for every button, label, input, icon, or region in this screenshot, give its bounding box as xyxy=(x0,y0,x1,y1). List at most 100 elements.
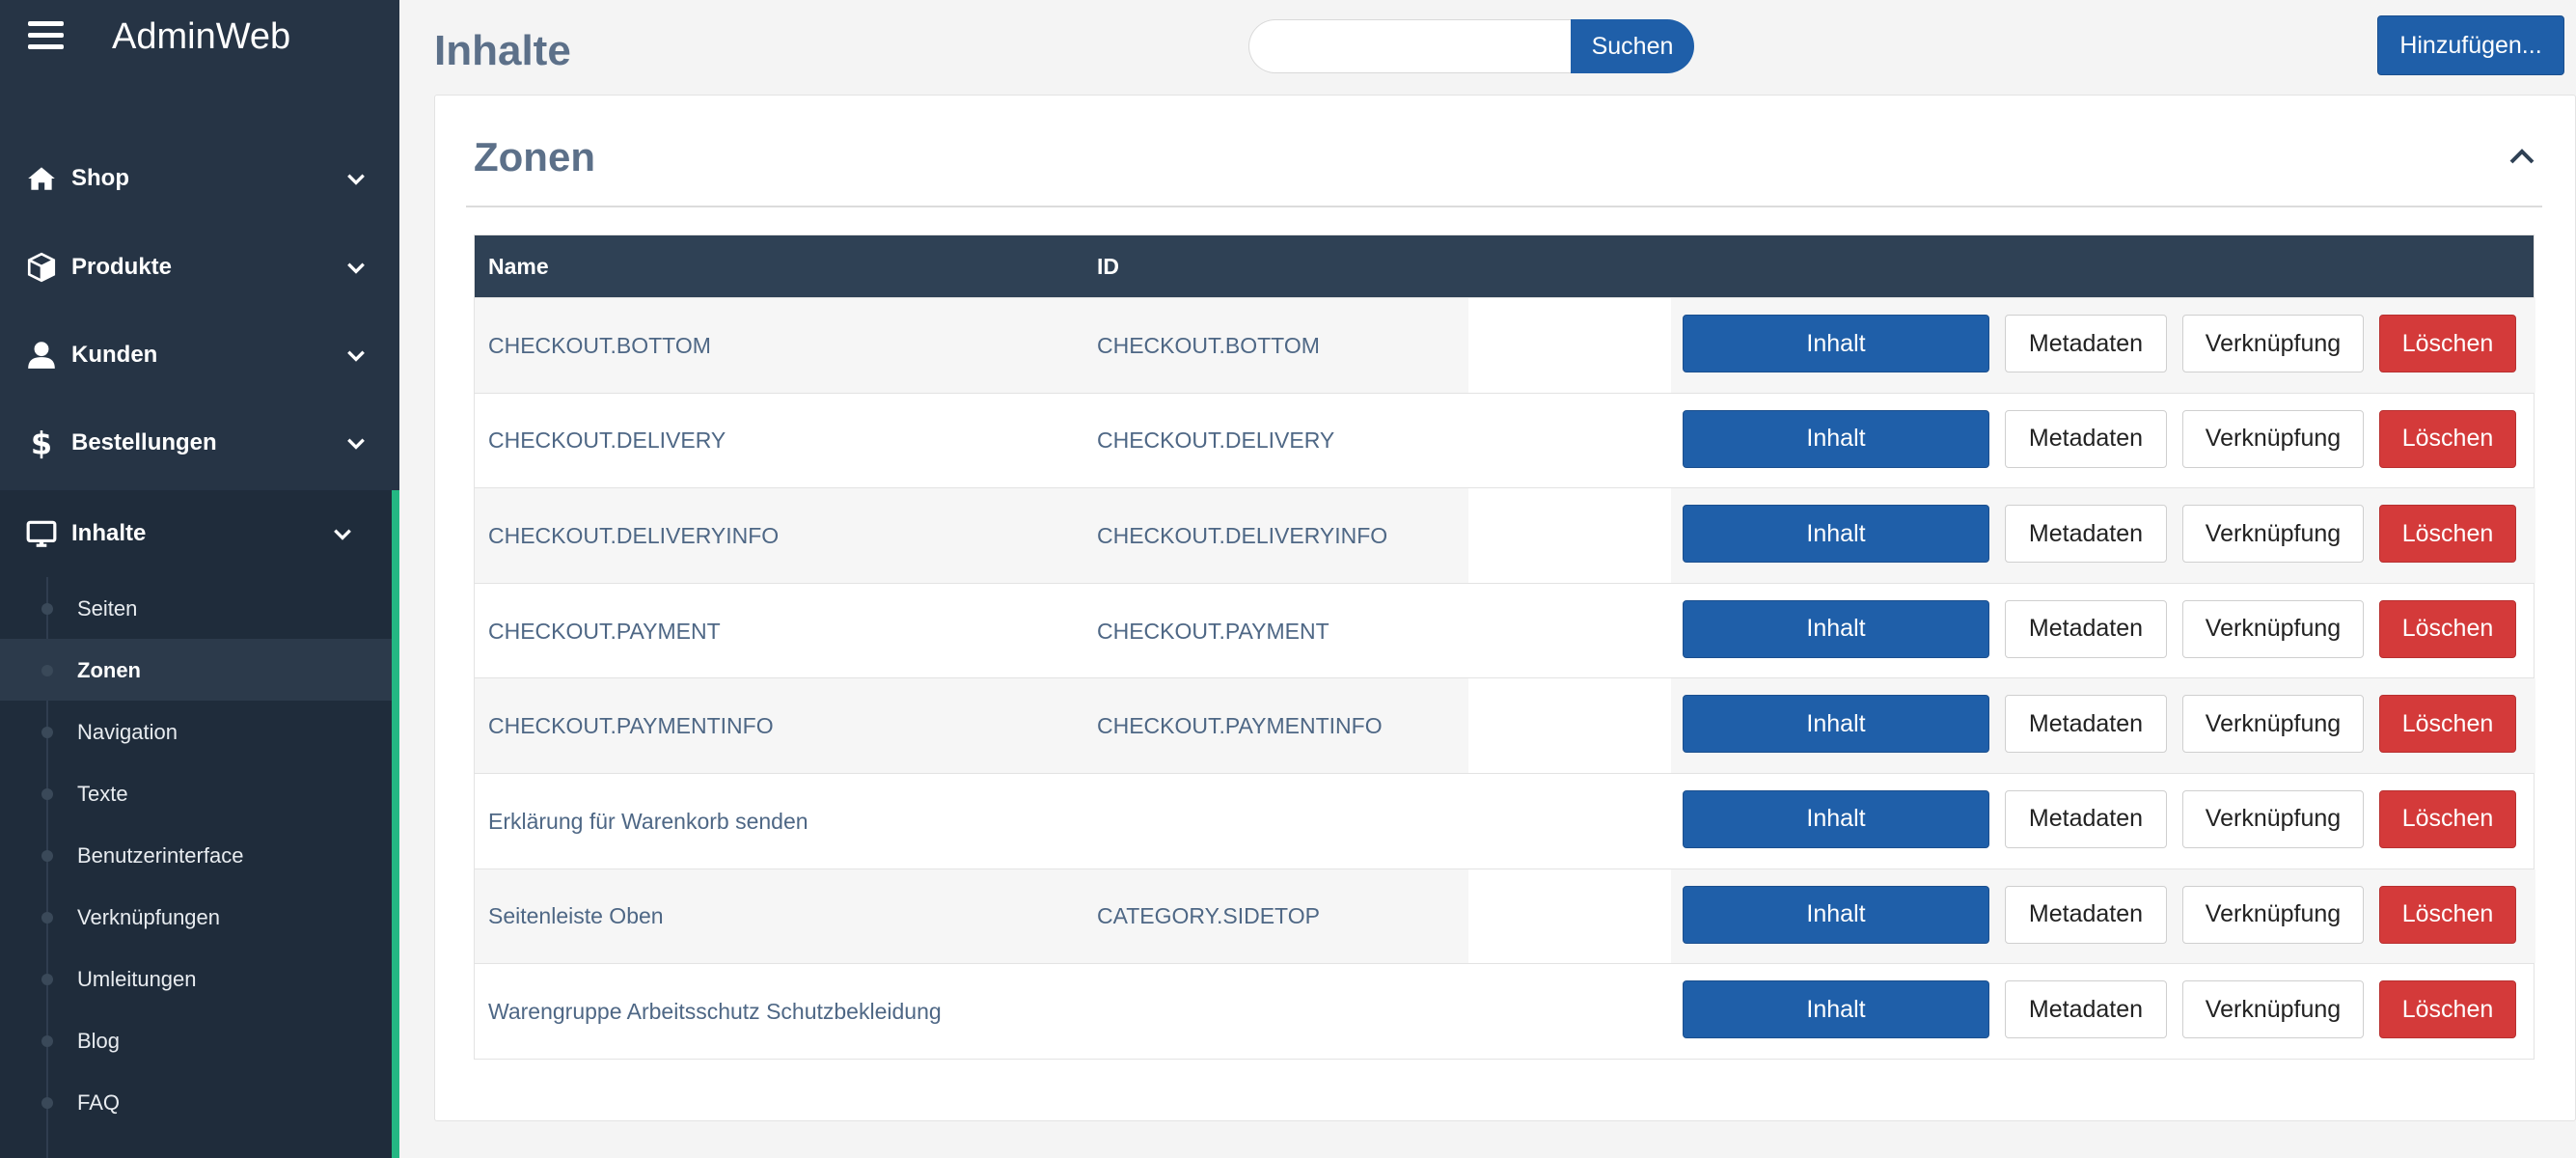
link-button[interactable]: Verknüpfung xyxy=(2182,599,2364,658)
delete-button[interactable]: Löschen xyxy=(2379,695,2516,754)
sidebar-subitem-label: FAQ xyxy=(77,1090,121,1115)
sidebar-subitem-label: Texte xyxy=(77,782,128,806)
row-id: CHECKOUT.PAYMENT xyxy=(1097,618,1329,644)
sidebar-item-produkte[interactable]: Produkte xyxy=(0,224,399,311)
delete-button[interactable]: Löschen xyxy=(2379,315,2516,372)
sidebar-subitem-navigation[interactable]: Navigation xyxy=(0,701,392,762)
sidebar-subitem-label: Blog xyxy=(77,1029,121,1053)
content-button[interactable]: Inhalt xyxy=(1683,695,1989,754)
link-button[interactable]: Verknüpfung xyxy=(2182,695,2364,754)
bullet-icon xyxy=(41,850,53,862)
home-icon xyxy=(28,167,55,190)
chevron-down-icon xyxy=(347,438,365,450)
content-button[interactable]: Inhalt xyxy=(1683,980,1989,1039)
metadata-button[interactable]: Metadaten xyxy=(2005,789,2167,848)
bullet-icon xyxy=(41,788,53,800)
table-row: Warengruppe Arbeitsschutz Schutzbekleidu… xyxy=(475,963,2534,1059)
chevron-down-icon xyxy=(334,529,351,540)
sidebar-item-kunden[interactable]: Kunden xyxy=(0,312,399,399)
sidebar-subitem-benutzerinterface[interactable]: Benutzerinterface xyxy=(0,824,392,886)
link-button[interactable]: Verknüpfung xyxy=(2182,505,2364,564)
content-button[interactable]: Inhalt xyxy=(1683,315,1989,372)
row-name: CHECKOUT.PAYMENTINFO xyxy=(488,713,774,739)
hamburger-menu-icon[interactable] xyxy=(28,21,64,50)
row-id: CHECKOUT.BOTTOM xyxy=(1097,332,1320,358)
link-button[interactable]: Verknüpfung xyxy=(2182,409,2364,468)
sidebar-item-bestellungen[interactable]: $ Bestellungen xyxy=(0,400,399,486)
sidebar-subitem-seiten[interactable]: Seiten xyxy=(0,577,392,639)
row-name: Seitenleiste Oben xyxy=(488,903,664,929)
sidebar-subitem-label: Benutzerinterface xyxy=(77,843,244,868)
chevron-down-icon xyxy=(347,350,365,362)
link-button[interactable]: Verknüpfung xyxy=(2182,980,2364,1039)
sidebar-subitem-verknuepfungen[interactable]: Verknüpfungen xyxy=(0,886,392,948)
content-button[interactable]: Inhalt xyxy=(1683,505,1989,564)
link-button[interactable]: Verknüpfung xyxy=(2182,315,2364,372)
row-id: CHECKOUT.DELIVERYINFO xyxy=(1097,522,1388,548)
row-id: CATEGORY.SIDETOP xyxy=(1097,903,1320,929)
sidebar-subitem-zonen[interactable]: Zonen xyxy=(0,639,392,701)
content-button[interactable]: Inhalt xyxy=(1683,789,1989,848)
dollar-icon: $ xyxy=(31,427,52,459)
sidebar-item-label: Shop xyxy=(71,165,129,191)
bullet-icon xyxy=(41,912,53,924)
metadata-button[interactable]: Metadaten xyxy=(2005,695,2167,754)
metadata-button[interactable]: Metadaten xyxy=(2005,980,2167,1039)
add-button[interactable]: Hinzufügen... xyxy=(2377,15,2564,75)
bullet-icon xyxy=(41,727,53,738)
bullet-icon xyxy=(41,1097,53,1109)
divider xyxy=(466,206,2542,207)
chevron-down-icon xyxy=(347,262,365,274)
sidebar-subitem-label: Seiten xyxy=(77,596,138,620)
table-row: Erklärung für Warenkorb senden Inhalt Me… xyxy=(475,772,2534,868)
page-title: Inhalte xyxy=(434,27,571,74)
content-button[interactable]: Inhalt xyxy=(1683,599,1989,658)
metadata-button[interactable]: Metadaten xyxy=(2005,885,2167,944)
table-row: CHECKOUT.PAYMENTINFO CHECKOUT.PAYMENTINF… xyxy=(475,677,2535,773)
row-name: CHECKOUT.DELIVERYINFO xyxy=(488,522,780,548)
metadata-button[interactable]: Metadaten xyxy=(2005,409,2167,468)
sidebar-subitem-texte[interactable]: Texte xyxy=(0,762,392,824)
delete-button[interactable]: Löschen xyxy=(2379,980,2516,1039)
delete-button[interactable]: Löschen xyxy=(2379,789,2516,848)
metadata-button[interactable]: Metadaten xyxy=(2005,315,2167,372)
metadata-button[interactable]: Metadaten xyxy=(2005,505,2167,564)
sidebar-subitem-label: Navigation xyxy=(77,720,178,744)
link-button[interactable]: Verknüpfung xyxy=(2182,789,2364,848)
column-header-name[interactable]: Name xyxy=(488,253,549,280)
delete-button[interactable]: Löschen xyxy=(2379,885,2516,944)
chevron-down-icon xyxy=(347,174,365,185)
zones-card: Zonen Name ID CHECKOUT.BOTTOM CHECKOUT.B… xyxy=(434,95,2576,1121)
sidebar-subitem-blog[interactable]: Blog xyxy=(0,1009,392,1071)
sidebar-item-label: Bestellungen xyxy=(71,429,217,455)
chevron-up-icon[interactable] xyxy=(2507,146,2536,167)
search-input[interactable] xyxy=(1248,19,1571,73)
link-button[interactable]: Verknüpfung xyxy=(2182,885,2364,944)
delete-button[interactable]: Löschen xyxy=(2379,599,2516,658)
delete-button[interactable]: Löschen xyxy=(2379,409,2516,468)
sidebar-item-label: Produkte xyxy=(71,254,173,280)
table-row: Seitenleiste Oben CATEGORY.SIDETOP Inhal… xyxy=(475,868,2535,964)
content-button[interactable]: Inhalt xyxy=(1683,885,1989,944)
sidebar-subitem-umleitungen[interactable]: Umleitungen xyxy=(0,948,392,1009)
content-button[interactable]: Inhalt xyxy=(1683,409,1989,468)
sidebar-header: AdminWeb xyxy=(0,0,399,77)
monitor-icon xyxy=(26,520,57,547)
column-header-id[interactable]: ID xyxy=(1097,253,1119,280)
svg-text:$: $ xyxy=(31,427,52,459)
sidebar-item-label: Inhalte xyxy=(71,520,147,546)
sidebar: AdminWeb Shop Produkte Kunden $ Bestellu… xyxy=(0,0,399,1158)
metadata-button[interactable]: Metadaten xyxy=(2005,599,2167,658)
row-name: Warengruppe Arbeitsschutz Schutzbekleidu… xyxy=(488,998,942,1024)
sidebar-item-shop[interactable]: Shop xyxy=(0,135,399,222)
table-row: CHECKOUT.PAYMENT CHECKOUT.PAYMENT Inhalt… xyxy=(475,582,2534,678)
sidebar-subitem-faq[interactable]: FAQ xyxy=(0,1071,392,1133)
search-button[interactable]: Suchen xyxy=(1571,19,1694,73)
brand-logo[interactable]: AdminWeb xyxy=(112,15,290,58)
delete-button[interactable]: Löschen xyxy=(2379,505,2516,564)
sidebar-item-label: Kunden xyxy=(71,342,158,368)
box-icon xyxy=(27,252,56,283)
row-id: CHECKOUT.DELIVERY xyxy=(1097,427,1335,454)
sidebar-item-inhalte[interactable]: Inhalte xyxy=(0,490,399,577)
table-header: Name ID xyxy=(475,235,2534,297)
